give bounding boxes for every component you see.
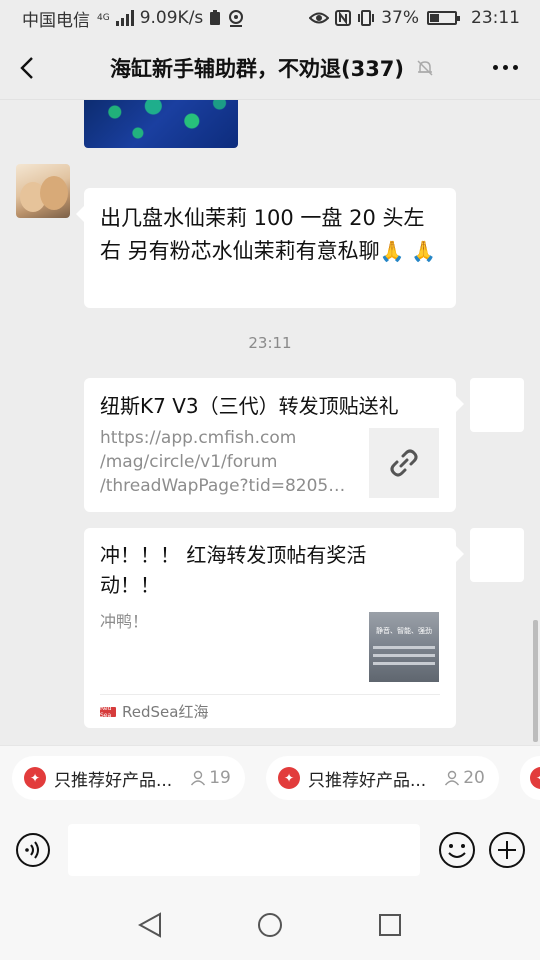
status-right: 37% 23:11 <box>309 8 520 28</box>
chip-count: 20 <box>444 768 485 788</box>
eye-icon <box>309 12 330 24</box>
pray-hands-emoji: 🙏 <box>379 239 405 263</box>
chevron-left-icon <box>20 56 33 79</box>
pray-hands-emoji: 🙏 <box>411 239 437 263</box>
network-speed: 9.09K/s <box>139 8 204 28</box>
chip-label: 只推荐好产品... <box>308 770 427 791</box>
message-input[interactable] <box>68 824 420 876</box>
person-icon <box>445 770 460 786</box>
article-card-title: 冲！！！ 红海转发顶帖有奖活动！！ <box>100 543 367 597</box>
status-time: 23:11 <box>471 8 520 28</box>
title-wrap: 海缸新手辅助群，不劝退(337) <box>54 53 470 83</box>
link-card-title: 纽斯K7 V3（三代）转发顶贴送礼 <box>100 394 399 418</box>
article-thumbnail: 静音、智能、强劲 <box>369 612 439 682</box>
thumb-bar <box>373 662 435 665</box>
nav-home-icon <box>258 912 282 937</box>
message-timestamp: 23:11 <box>248 334 292 352</box>
link-card[interactable]: 纽斯K7 V3（三代）转发顶贴送礼 https://app.cmfish.com… <box>84 378 464 512</box>
vibrate-icon <box>358 10 375 26</box>
link-card-url: https://app.cmfish.com /mag/circle/v1/fo… <box>100 426 348 498</box>
carrier-label: 中国电信 <box>22 10 90 31</box>
chip-label: 只推荐好产品... <box>54 770 173 791</box>
redsea-logo: Red Sea <box>100 705 116 719</box>
url-line: /threadWapPage?tid=8205… <box>100 476 346 496</box>
nav-home-button[interactable] <box>248 903 292 947</box>
nfc-icon <box>335 10 352 26</box>
nav-back-button[interactable] <box>128 903 172 947</box>
nav-recents-button[interactable] <box>368 903 412 947</box>
article-card[interactable]: 冲！！！ 红海转发顶帖有奖活动！！ 冲鸭！ 静音、智能、强劲 Red Sea R… <box>84 528 464 728</box>
article-source-name: RedSea红海 <box>122 703 209 721</box>
battery-percent: 37% <box>381 8 419 28</box>
url-line: https://app.cmfish.com <box>100 428 297 448</box>
pinned-chip-partial[interactable]: ✦ <box>520 756 540 800</box>
location-icon <box>229 10 244 27</box>
more-dot <box>502 65 508 70</box>
status-left: 中国电信 4G 9.09K/s <box>22 6 245 31</box>
more-dot <box>512 65 518 70</box>
chip-count: 19 <box>190 768 231 788</box>
signal-icon <box>115 10 134 26</box>
chat-header: 海缸新手辅助群，不劝退(337) <box>0 36 540 100</box>
scrollbar[interactable] <box>533 620 538 742</box>
self-avatar[interactable] <box>470 528 524 582</box>
battery-icon <box>427 11 460 25</box>
status-bar: 中国电信 4G 9.09K/s 37% 23:11 <box>0 0 540 36</box>
hammer-icon: ✦ <box>530 767 540 789</box>
bell-muted-icon <box>416 59 434 77</box>
emoji-button[interactable] <box>438 831 476 869</box>
more-dot <box>492 65 498 70</box>
cat-shape <box>40 176 68 210</box>
system-nav-bar <box>0 889 540 960</box>
image-message[interactable] <box>84 100 238 148</box>
person-icon <box>191 770 206 786</box>
network-badge: 4G <box>97 13 110 23</box>
plus-button[interactable] <box>488 831 526 869</box>
pinned-chip[interactable]: ✦ 只推荐好产品... 20 <box>266 756 499 800</box>
thumb-text: 静音、智能、强劲 <box>376 627 432 635</box>
plus-icon <box>489 832 525 868</box>
battery-level <box>430 14 439 22</box>
sender-avatar[interactable] <box>16 164 70 218</box>
chip-count-value: 20 <box>463 768 485 788</box>
back-button[interactable] <box>0 36 54 100</box>
pinned-chips: ✦ 只推荐好产品... 19 ✦ 只推荐好产品... 20 ✦ <box>0 745 540 811</box>
chip-count-value: 19 <box>209 768 231 788</box>
thumb-bar <box>373 646 435 649</box>
chat-area[interactable]: 出几盘水仙茉莉 100 一盘 20 头左右 另有粉芯水仙茉莉有意私聊🙏 🙏 23… <box>0 100 540 745</box>
thumb-bar <box>373 654 435 657</box>
article-source: Red Sea RedSea红海 <box>100 694 440 728</box>
group-title: 海缸新手辅助群，不劝退(337) <box>109 56 405 81</box>
pinned-chip[interactable]: ✦ 只推荐好产品... 19 <box>12 756 245 800</box>
link-thumbnail <box>369 428 439 498</box>
input-bar <box>0 811 540 889</box>
more-options-button[interactable] <box>470 36 540 100</box>
url-line: /mag/circle/v1/forum <box>100 452 278 472</box>
voice-icon <box>16 833 50 867</box>
hammer-icon: ✦ <box>278 767 300 789</box>
text-message-bubble[interactable]: 出几盘水仙茉莉 100 一盘 20 头左右 另有粉芯水仙茉莉有意私聊🙏 🙏 <box>76 188 456 308</box>
nav-back-icon <box>138 911 161 938</box>
voice-button[interactable] <box>14 831 52 869</box>
message-text: 出几盘水仙茉莉 100 一盘 20 头左右 另有粉芯水仙茉莉有意私聊 <box>100 206 425 263</box>
link-icon <box>390 449 418 477</box>
nav-recents-icon <box>379 913 401 936</box>
hammer-icon: ✦ <box>24 767 46 789</box>
clipboard-icon <box>210 10 221 25</box>
self-avatar[interactable] <box>470 378 524 432</box>
emoji-icon <box>439 832 475 868</box>
